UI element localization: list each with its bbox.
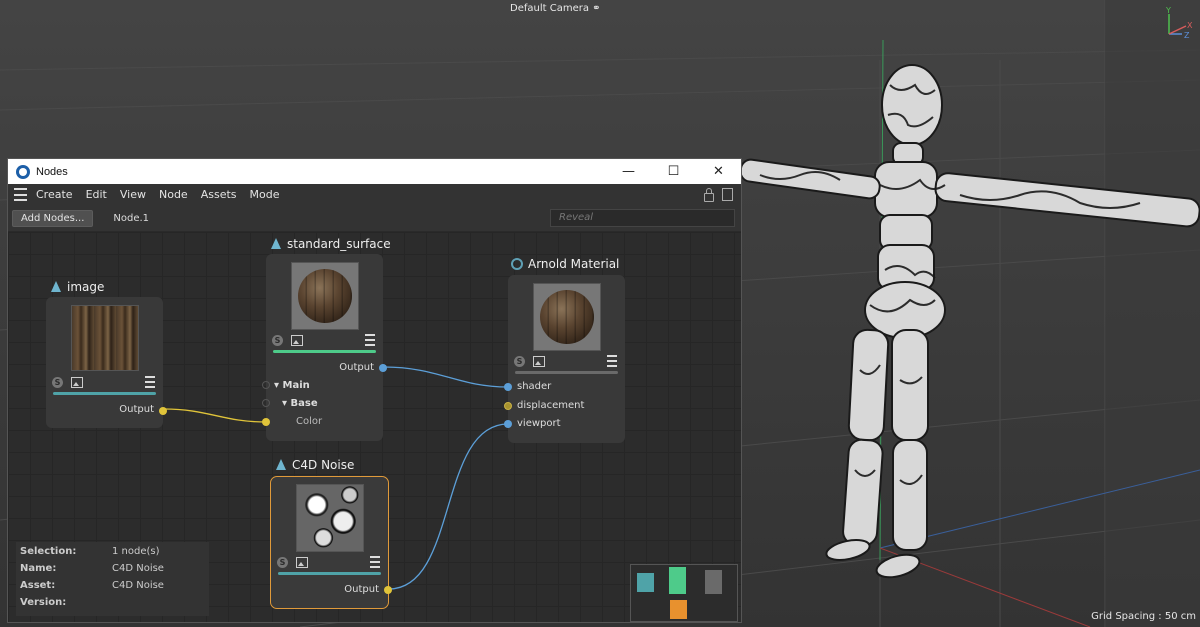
arnold-material-node[interactable]: S shader displacement viewport: [504, 275, 625, 443]
arnold-icon: [270, 238, 282, 250]
node-minimap[interactable]: [630, 564, 738, 622]
axis-gizmo: Y Z X: [1165, 6, 1193, 40]
info-value: C4D Noise: [112, 563, 164, 574]
arnold-icon: [275, 459, 287, 471]
solo-icon[interactable]: S: [514, 355, 525, 367]
node-color-bar: [278, 572, 381, 575]
node-color-bar: [515, 371, 618, 374]
main-group-port[interactable]: [262, 381, 270, 389]
lock-icon[interactable]: [704, 187, 714, 202]
preview-image-icon[interactable]: [533, 355, 545, 367]
window-titlebar[interactable]: Nodes — ☐ ✕: [8, 159, 741, 184]
output-port[interactable]: [384, 586, 392, 594]
menu-bar: Create Edit View Node Assets Mode: [8, 184, 741, 205]
main-group-label[interactable]: ▾ Main: [274, 380, 310, 391]
minimap-material-node: [705, 570, 722, 594]
menu-assets[interactable]: Assets: [201, 188, 237, 201]
c4d-noise-node[interactable]: S Output: [270, 476, 392, 609]
selection-info-panel: Selection: 1 node(s) Name: C4D Noise Asset…: [16, 542, 209, 616]
wire-noise-to-viewport: [388, 423, 509, 590]
shader-input-label: shader: [517, 381, 552, 392]
axis-y-label: Y: [1165, 6, 1171, 15]
hamburger-menu-icon[interactable]: [14, 188, 27, 201]
c4d-noise-node-title: C4D Noise: [275, 458, 354, 472]
add-nodes-button[interactable]: Add Nodes...: [12, 209, 94, 227]
menu-create[interactable]: Create: [36, 188, 73, 201]
minimap-noise-node: [670, 600, 687, 619]
noise-preview-thumbnail: [295, 484, 364, 552]
wood-texture-thumbnail: [70, 305, 139, 371]
info-value: 1 node(s): [112, 546, 160, 557]
menu-node[interactable]: Node: [159, 188, 188, 201]
material-preview-thumbnail: [290, 262, 359, 330]
menu-view[interactable]: View: [120, 188, 146, 201]
displacement-input-label: displacement: [517, 400, 585, 411]
info-key: Version:: [20, 597, 67, 608]
solo-icon[interactable]: S: [272, 334, 283, 346]
menu-edit[interactable]: Edit: [86, 188, 107, 201]
color-input-label: Color: [296, 416, 323, 427]
output-port-label: Output: [339, 362, 374, 373]
solo-icon[interactable]: S: [52, 376, 63, 388]
material-preview-thumbnail: [532, 283, 601, 351]
minimap-image-node: [637, 573, 654, 592]
viewport-input-label: viewport: [517, 418, 561, 429]
preview-image-icon[interactable]: [291, 334, 303, 346]
wire-surface-to-shader: [383, 366, 509, 388]
menu-mode[interactable]: Mode: [250, 188, 280, 201]
minimap-surface-node: [669, 567, 686, 594]
viewport-input-port[interactable]: [504, 420, 512, 428]
node-menu-icon[interactable]: [145, 376, 155, 388]
base-group-label[interactable]: ▾ Base: [282, 398, 318, 409]
output-port[interactable]: [379, 364, 387, 372]
solo-icon[interactable]: S: [277, 556, 288, 568]
output-port-label: Output: [344, 584, 379, 595]
window-title: Nodes: [36, 165, 68, 178]
base-group-port[interactable]: [262, 399, 270, 407]
axis-z-label: Z: [1184, 31, 1190, 40]
info-key: Selection:: [20, 546, 77, 557]
info-key: Asset:: [20, 580, 56, 591]
image-node[interactable]: S Output: [46, 297, 167, 428]
output-port-label: Output: [119, 404, 154, 415]
dock-icon[interactable]: [722, 187, 733, 201]
shader-input-port[interactable]: [504, 383, 512, 391]
standard-surface-node-title: standard_surface: [270, 237, 391, 251]
maximize-button[interactable]: ☐: [651, 159, 696, 184]
camera-icon: ⚭: [592, 3, 601, 14]
preview-image-icon[interactable]: [296, 556, 308, 568]
info-key: Name:: [20, 563, 57, 574]
nodes-toolbar: Add Nodes... Node.1 Reveal: [8, 205, 741, 232]
minimize-button[interactable]: —: [606, 159, 651, 184]
material-icon: [511, 258, 523, 270]
camera-label[interactable]: Default Camera ⚭: [510, 3, 601, 14]
arnold-material-node-title: Arnold Material: [511, 257, 619, 271]
node-space-name[interactable]: Node.1: [113, 213, 149, 224]
node-menu-icon[interactable]: [365, 334, 375, 346]
output-port[interactable]: [159, 407, 167, 415]
arnold-icon: [50, 281, 62, 293]
preview-image-icon[interactable]: [71, 376, 83, 388]
node-canvas[interactable]: image S Output standard_surface S Output…: [8, 232, 741, 622]
cinema4d-icon: [16, 164, 30, 179]
node-color-bar: [53, 392, 156, 395]
close-button[interactable]: ✕: [696, 159, 741, 184]
grid-spacing-label: Grid Spacing : 50 cm: [1091, 611, 1196, 622]
wire-image-to-color: [163, 408, 267, 423]
info-value: C4D Noise: [112, 580, 164, 591]
image-node-title: image: [50, 280, 104, 294]
axis-x-label: X: [1187, 21, 1193, 30]
reveal-search-input[interactable]: Reveal: [550, 209, 735, 227]
node-menu-icon[interactable]: [370, 556, 380, 568]
node-color-bar: [273, 350, 376, 353]
standard-surface-node[interactable]: S Output ▾ Main ▾ Base Color: [262, 254, 387, 441]
node-menu-icon[interactable]: [607, 355, 617, 367]
nodes-window[interactable]: Nodes — ☐ ✕ Create Edit View Node Assets…: [7, 158, 742, 623]
displacement-input-port[interactable]: [504, 402, 512, 410]
color-input-port[interactable]: [262, 418, 270, 426]
